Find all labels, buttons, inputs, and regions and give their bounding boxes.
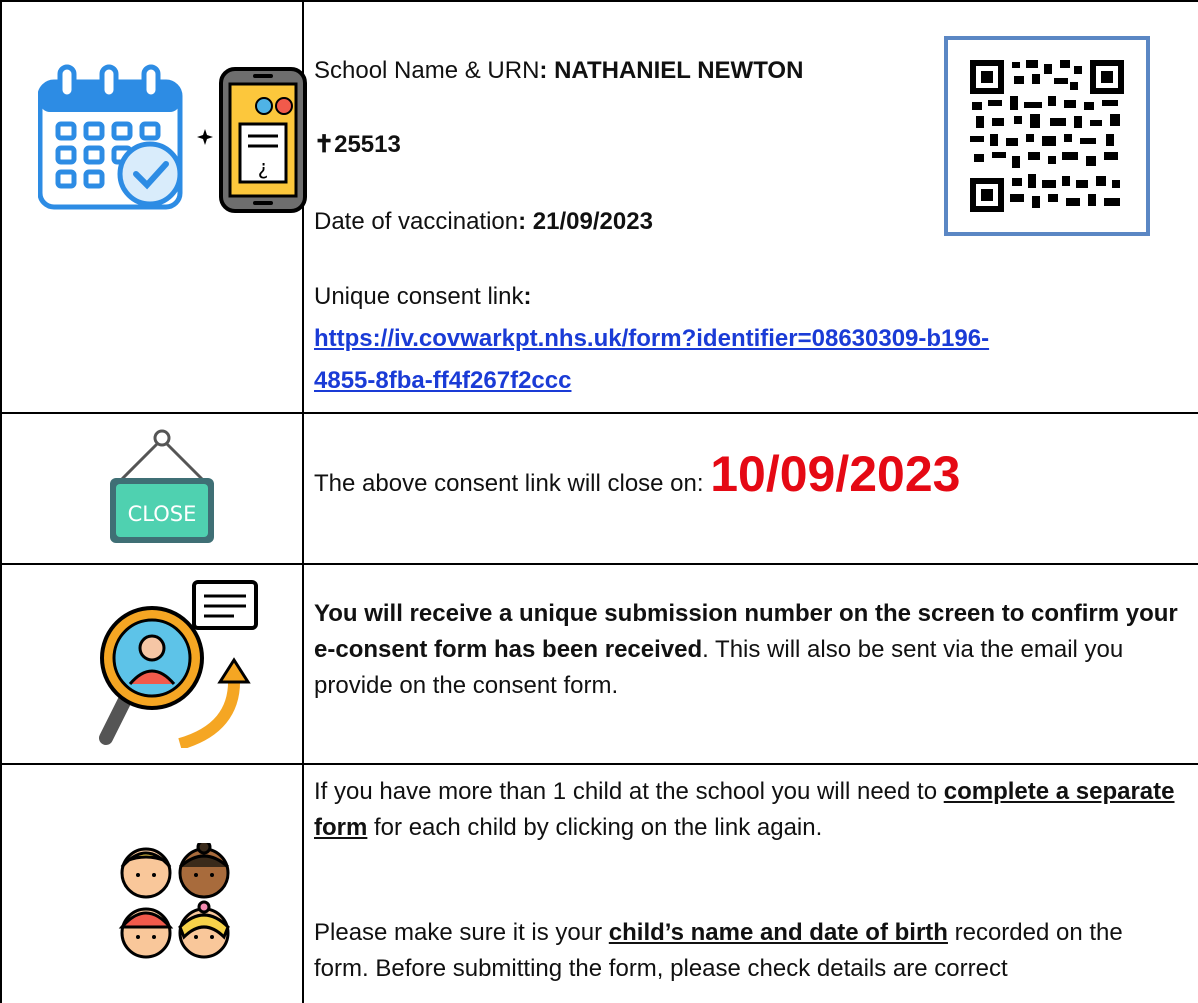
children-icon	[116, 839, 234, 963]
p2-underlined: child’s name and date of birth	[608, 919, 948, 946]
consent-link-line1[interactable]: https://iv.covwarkpt.nhs.uk/form?identif…	[314, 325, 989, 352]
info-table: ¿ School Name & URN: NATHANIEL NEWTON ✝2…	[0, 0, 1198, 1003]
school-label: School Name & URN	[314, 57, 540, 84]
multiple-children-paragraph: If you have more than 1 child at the sch…	[314, 774, 1184, 846]
date-line: Date of vaccination: 21/09/2023	[314, 208, 653, 235]
consent-link-cont[interactable]: 4855-8fba-ff4f267f2ccc	[314, 363, 571, 399]
close-sign-icon: CLOSE	[107, 428, 217, 546]
svg-text:¿: ¿	[258, 155, 269, 179]
qr-code-icon	[944, 36, 1150, 236]
p1-text-a: If you have more than 1 child at the sch…	[314, 778, 944, 805]
p2-text-a: Please make sure it is your	[314, 919, 609, 946]
mobile-form-icon: ¿	[218, 66, 308, 214]
consent-link[interactable]: https://iv.covwarkpt.nhs.uk/form?identif…	[314, 321, 989, 357]
plus-sparkle-icon	[196, 128, 214, 146]
calendar-check-icon	[37, 62, 188, 212]
close-line: The above consent link will close on: 10…	[314, 444, 960, 514]
search-user-icon	[96, 578, 262, 750]
date-value: 21/09/2023	[532, 208, 653, 235]
school-name: NATHANIEL NEWTON	[554, 57, 804, 84]
p1-text-b: for each child by clicking on the link a…	[367, 814, 823, 841]
link-label-line: Unique consent link:	[314, 283, 532, 310]
consent-link-line2[interactable]: 4855-8fba-ff4f267f2ccc	[314, 367, 571, 394]
close-date: 10/09/2023	[710, 446, 961, 502]
child-details-paragraph: Please make sure it is your child’s name…	[314, 915, 1184, 987]
school-line: School Name & URN: NATHANIEL NEWTON	[314, 57, 804, 84]
close-sign-text: CLOSE	[128, 502, 197, 526]
date-label: Date of vaccination	[314, 208, 519, 235]
close-text: The above consent link will close on:	[314, 470, 704, 497]
urn-value: 25513	[334, 131, 401, 158]
submission-paragraph: You will receive a unique submission num…	[314, 596, 1184, 704]
urn-line: ✝25513	[314, 131, 401, 158]
link-label: Unique consent link	[314, 283, 524, 310]
